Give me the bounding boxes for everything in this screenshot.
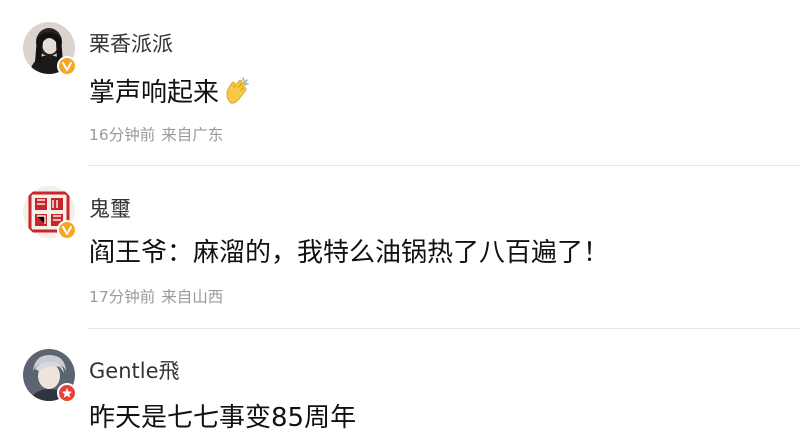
clapping-hands-icon <box>226 77 249 104</box>
verified-badge-icon <box>57 383 77 403</box>
verified-badge-icon <box>57 56 77 76</box>
comment-item: 栗香派派 掌声响起来 16分钟前 来自广东 <box>0 0 800 166</box>
comment-text: 掌声响起来 <box>89 72 251 109</box>
comment-text: 阎王爷：麻溜的，我特么油锅热了八百遍了！ <box>89 238 610 268</box>
username[interactable]: 鬼璽 <box>89 193 131 223</box>
avatar[interactable] <box>23 349 77 403</box>
comment-meta: 17分钟前 来自山西 <box>89 285 223 307</box>
avatar[interactable] <box>23 186 77 240</box>
comment-item: 鬼璽 阎王爷：麻溜的，我特么油锅热了八百遍了！ 17分钟前 来自山西 <box>0 166 800 329</box>
username[interactable]: 栗香派派 <box>89 28 173 58</box>
username[interactable]: Gentle飛 <box>89 355 180 385</box>
location: 来自山西 <box>161 288 224 306</box>
comment-item: Gentle飛 昨天是七七事变85周年 <box>0 329 800 443</box>
timestamp: 16分钟前 <box>89 126 156 144</box>
location: 来自广东 <box>161 126 224 144</box>
comment-text: 昨天是七七事变85周年 <box>89 403 357 433</box>
avatar[interactable] <box>23 22 77 76</box>
verified-badge-icon <box>57 220 77 240</box>
comment-meta: 16分钟前 来自广东 <box>89 123 223 145</box>
timestamp: 17分钟前 <box>89 288 156 306</box>
comment-text-body: 掌声响起来 <box>89 78 220 108</box>
